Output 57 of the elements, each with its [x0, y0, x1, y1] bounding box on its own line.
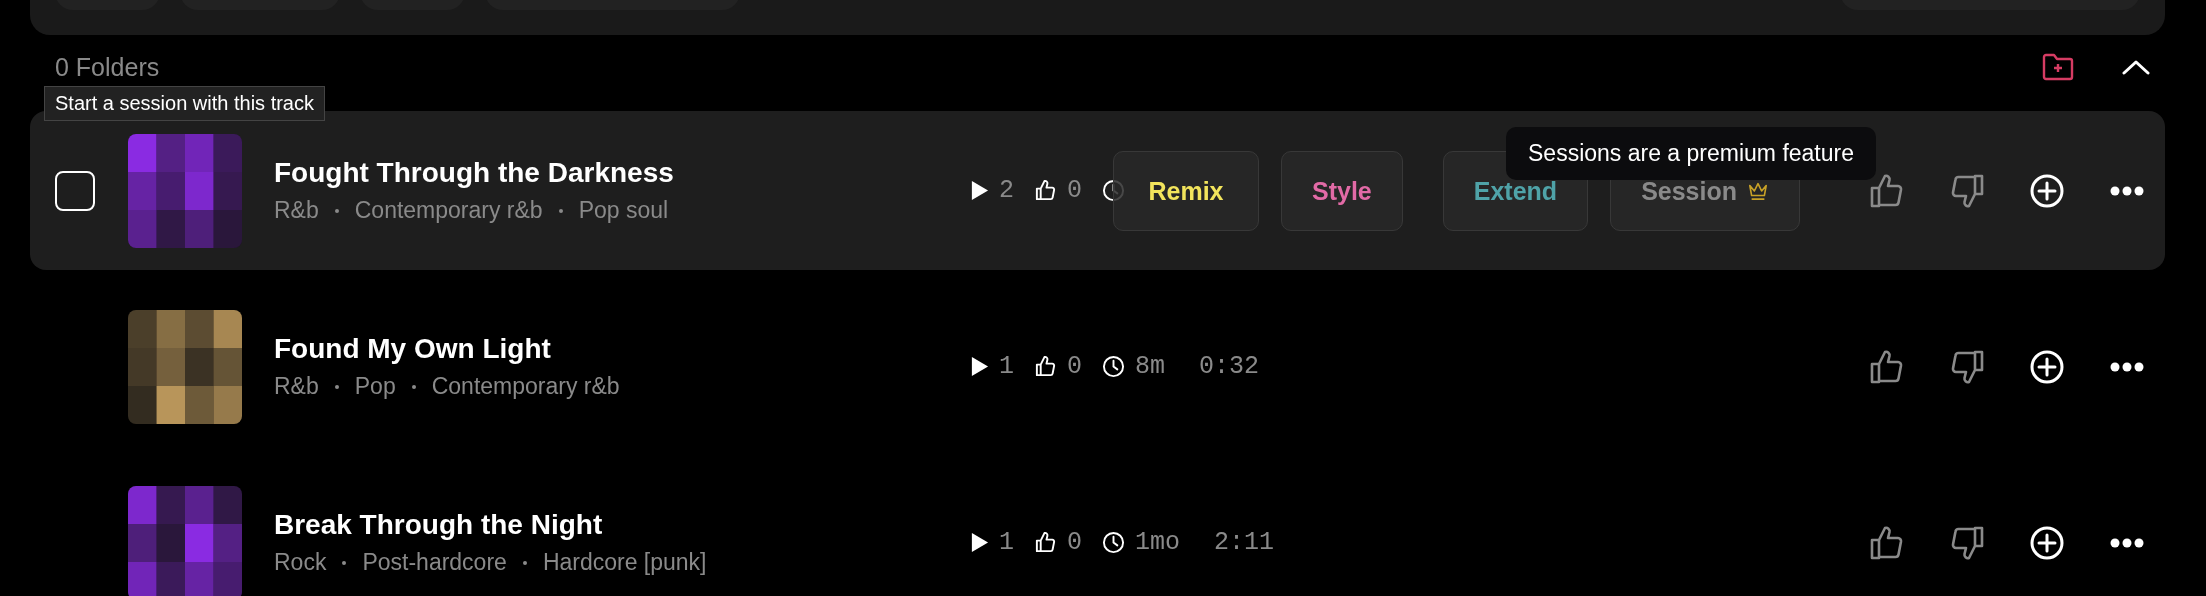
- play-count: 1: [999, 352, 1014, 381]
- more-icon[interactable]: [2109, 360, 2145, 373]
- clock-icon: [1102, 531, 1126, 554]
- like-icon[interactable]: [1869, 348, 1905, 385]
- play-icon[interactable]: [970, 356, 989, 377]
- genre-tag[interactable]: Pop soul: [578, 197, 669, 224]
- separator-dot: [411, 384, 416, 389]
- separator-dot: [342, 560, 347, 565]
- separator-dot: [558, 208, 563, 213]
- thumbs-up-icon: [1034, 531, 1057, 554]
- like-icon[interactable]: [1869, 524, 1905, 561]
- tooltip: Sessions are a premium feature: [1506, 127, 1876, 180]
- like-icon[interactable]: [1869, 172, 1905, 209]
- crown-icon: [1747, 181, 1769, 201]
- genre-tag[interactable]: Rock: [274, 549, 327, 576]
- action-button[interactable]: Style: [1281, 151, 1403, 231]
- track-duration: 0:32: [1199, 352, 1260, 381]
- genre-tag[interactable]: Pop: [354, 373, 396, 400]
- play-icon[interactable]: [970, 532, 989, 553]
- genre-tag[interactable]: R&b: [274, 197, 319, 224]
- like-count: 0: [1067, 176, 1083, 205]
- new-folder-icon[interactable]: [2042, 53, 2074, 81]
- select-checkbox[interactable]: [55, 170, 95, 211]
- thumbs-up-icon: [1034, 355, 1057, 378]
- separator-dot: [522, 560, 527, 565]
- track-age: 1mo: [1135, 528, 1181, 557]
- track-title[interactable]: Break Through the Night: [274, 509, 603, 541]
- separator-dot: [334, 208, 339, 213]
- add-icon[interactable]: [2029, 524, 2065, 561]
- add-icon[interactable]: [2029, 348, 2065, 385]
- play-count: 2: [999, 176, 1014, 205]
- like-count: 0: [1067, 352, 1083, 381]
- dislike-icon[interactable]: [1949, 348, 1985, 385]
- genre-tag[interactable]: Contemporary r&b: [431, 373, 620, 400]
- genre-tag[interactable]: Contemporary r&b: [354, 197, 543, 224]
- dislike-icon[interactable]: [1949, 524, 1985, 561]
- genre-tag[interactable]: R&b: [274, 373, 319, 400]
- more-icon[interactable]: [2109, 536, 2145, 549]
- thumbs-up-icon: [1034, 179, 1057, 202]
- tooltip: Start a session with this track: [44, 86, 325, 121]
- play-icon[interactable]: [970, 180, 989, 201]
- genre-tag[interactable]: Post-hardcore: [362, 549, 507, 576]
- track-title[interactable]: Fought Through the Darkness: [274, 157, 674, 189]
- folders-count[interactable]: 0 Folders: [55, 52, 160, 82]
- genre-tag[interactable]: Hardcore [punk]: [542, 549, 707, 576]
- track-title[interactable]: Found My Own Light: [274, 333, 551, 365]
- add-icon[interactable]: [2029, 172, 2065, 209]
- separator-dot: [334, 384, 339, 389]
- dislike-icon[interactable]: [1949, 172, 1985, 209]
- play-count: 1: [999, 528, 1014, 557]
- more-icon[interactable]: [2109, 184, 2145, 197]
- track-duration: 2:11: [1214, 528, 1275, 557]
- action-button[interactable]: Remix: [1113, 151, 1259, 231]
- clock-icon: [1102, 355, 1126, 378]
- track-age: 8m: [1135, 352, 1166, 381]
- like-count: 0: [1067, 528, 1083, 557]
- collapse-chevron-icon[interactable]: [2122, 59, 2150, 75]
